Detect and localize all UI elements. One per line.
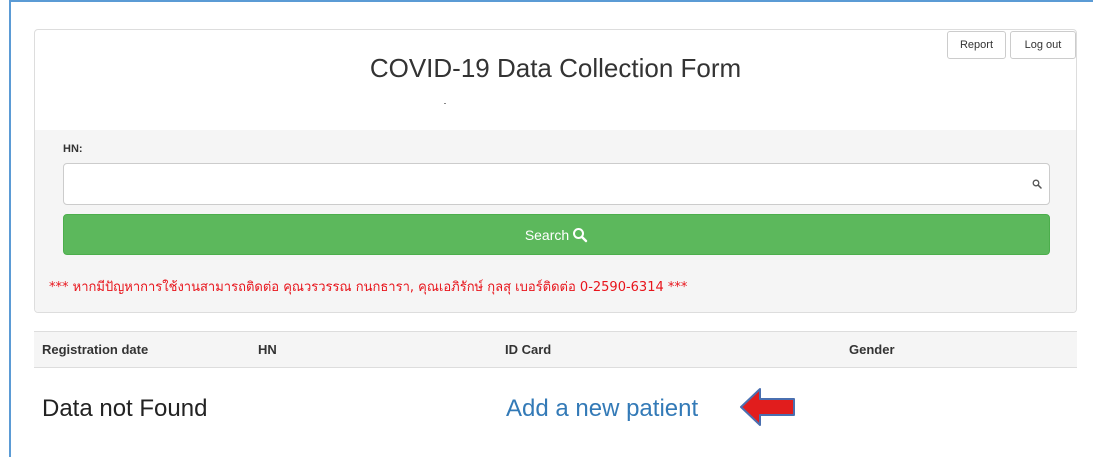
column-header-hn: HN: [258, 342, 277, 357]
hn-input-wrapper: [63, 163, 1050, 205]
column-header-id-card: ID Card: [505, 342, 552, 357]
search-icon: [573, 227, 588, 242]
add-new-patient-link[interactable]: Add a new patient: [506, 395, 698, 423]
hn-input[interactable]: [64, 164, 1049, 204]
contact-notice: *** หากมีปัญหาการใช้งานสามารถติดต่อ คุณว…: [49, 280, 688, 295]
search-area: HN: Search *** หากมีปัญหาการใช้งานสามารถ…: [35, 130, 1076, 312]
pointer-arrow-icon: [740, 388, 795, 426]
frame-left-border: [9, 0, 11, 457]
form-panel: COVID-19 Data Collection Form Report Log…: [34, 29, 1077, 313]
page-title: COVID-19 Data Collection Form: [369, 53, 742, 83]
search-button-label: Search: [524, 226, 570, 243]
column-header-registration-date: Registration date: [42, 342, 149, 357]
search-button[interactable]: Search: [63, 214, 1050, 255]
empty-results-message: Data not Found: [42, 395, 208, 422]
frame-top-border: [9, 0, 1093, 2]
hn-label: HN:: [63, 143, 83, 155]
results-table-header: Registration date HN ID Card Gender: [34, 331, 1077, 368]
decorative-dot: [444, 103, 446, 104]
column-header-gender: Gender: [849, 342, 895, 357]
report-button[interactable]: Report: [947, 31, 1006, 59]
logout-button[interactable]: Log out: [1010, 31, 1076, 59]
search-icon: [1032, 179, 1042, 189]
